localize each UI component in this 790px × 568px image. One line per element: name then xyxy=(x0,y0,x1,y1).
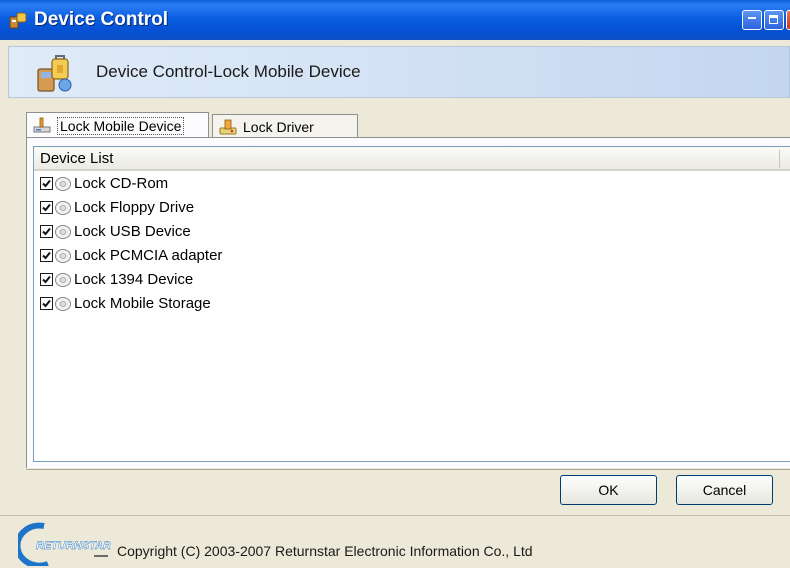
checkbox-checked[interactable] xyxy=(40,177,53,190)
checkmark-icon xyxy=(42,179,51,188)
svg-text:RETURNSTAR: RETURNSTAR xyxy=(36,540,111,552)
maximize-icon xyxy=(769,15,778,24)
drive-icon xyxy=(55,249,71,263)
list-item-label: Lock Floppy Drive xyxy=(74,199,195,216)
list-item[interactable]: Lock CD-Rom xyxy=(34,174,434,196)
list-item-label: Lock USB Device xyxy=(74,223,191,240)
ok-button[interactable]: OK xyxy=(560,475,657,505)
copyright-text: Copyright (C) 2003-2007 Returnstar Elect… xyxy=(117,543,533,559)
column-header-device-list[interactable]: Device List xyxy=(34,147,790,171)
list-item-label: Lock 1394 Device xyxy=(74,271,194,288)
header-title: Device Control-Lock Mobile Device xyxy=(96,62,361,81)
device-lock-icon xyxy=(37,55,72,92)
window-title: Device Control xyxy=(34,9,169,30)
list-item[interactable]: Lock Mobile Storage xyxy=(34,294,434,316)
minimize-button[interactable] xyxy=(742,10,762,30)
list-item[interactable]: Lock USB Device xyxy=(34,222,434,244)
mobile-device-icon xyxy=(33,117,51,133)
tab-lock-mobile-device[interactable]: Lock Mobile Device xyxy=(26,112,209,138)
checkmark-icon xyxy=(42,227,51,236)
maximize-button[interactable] xyxy=(764,10,784,30)
tab-label: Lock Mobile Device xyxy=(57,117,185,135)
column-separator[interactable] xyxy=(779,150,780,168)
checkmark-icon xyxy=(42,299,51,308)
list-item-label: Lock Mobile Storage xyxy=(74,295,211,312)
tab-panel: Device List Lock CD-Rom Lock Floppy Driv… xyxy=(26,138,790,468)
cancel-button[interactable]: Cancel xyxy=(676,475,773,505)
button-separator xyxy=(26,469,790,470)
drive-icon xyxy=(55,297,71,311)
checkmark-icon xyxy=(42,251,51,260)
footer-divider xyxy=(0,515,790,516)
tab-lock-driver[interactable]: Lock Driver xyxy=(212,114,358,138)
checkbox-checked[interactable] xyxy=(40,297,53,310)
drive-icon xyxy=(55,273,71,287)
title-bar[interactable]: Device Control xyxy=(0,0,790,40)
list-item-label: Lock CD-Rom xyxy=(74,175,169,192)
checkmark-icon xyxy=(42,275,51,284)
checkbox-checked[interactable] xyxy=(40,225,53,238)
checkbox-checked[interactable] xyxy=(40,273,53,286)
minimize-icon xyxy=(748,17,756,19)
list-item[interactable]: Lock Floppy Drive xyxy=(34,198,434,220)
list-item[interactable]: Lock 1394 Device xyxy=(34,270,434,292)
column-header-label: Device List xyxy=(40,150,114,167)
device-list[interactable]: Device List Lock CD-Rom Lock Floppy Driv… xyxy=(33,146,790,462)
list-item[interactable]: Lock PCMCIA adapter xyxy=(34,246,434,268)
checkbox-checked[interactable] xyxy=(40,201,53,214)
checkbox-checked[interactable] xyxy=(40,249,53,262)
driver-icon xyxy=(219,119,237,135)
returnstar-logo: RETURNSTAR xyxy=(18,522,111,566)
device-control-app-icon xyxy=(9,12,27,29)
list-item-label: Lock PCMCIA adapter xyxy=(74,247,223,264)
drive-icon xyxy=(55,225,71,239)
dialog-header: Device Control-Lock Mobile Device xyxy=(8,46,790,98)
checkmark-icon xyxy=(42,203,51,212)
close-button[interactable] xyxy=(786,10,790,30)
drive-icon xyxy=(55,177,71,191)
drive-icon xyxy=(55,201,71,215)
tab-label: Lock Driver xyxy=(243,119,314,135)
